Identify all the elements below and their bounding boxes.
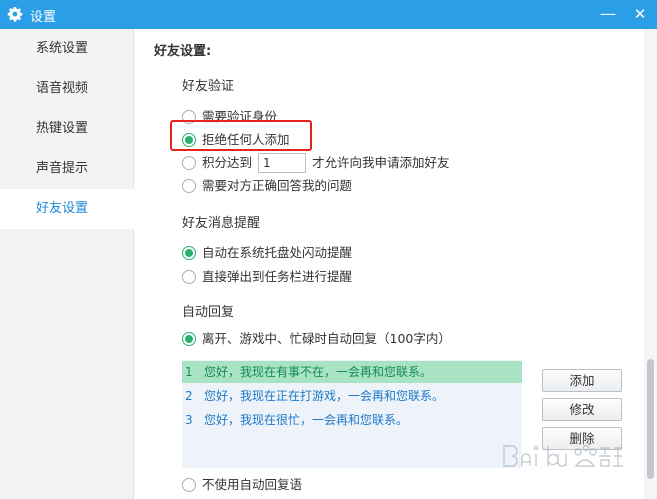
list-item-number: 3 — [185, 413, 193, 427]
radio-label: 积分达到 — [202, 155, 253, 170]
list-item-text: 您好，我现在正在打游戏，一会再和您联系。 — [204, 389, 445, 403]
list-item[interactable]: 2 您好，我现在正在打游戏，一会再和您联系。 — [182, 385, 522, 407]
gear-icon — [7, 7, 23, 22]
radio-label: 不使用自动回复语 — [202, 477, 303, 492]
radio-label: 自动在系统托盘处闪动提醒 — [202, 245, 353, 260]
radio-circle[interactable] — [182, 478, 196, 492]
radio-circle[interactable] — [182, 156, 196, 170]
auto-reply-heading: 自动回复 — [182, 305, 235, 320]
section-title: 好友设置: — [154, 44, 212, 59]
add-reply-button[interactable]: 添加 — [542, 369, 622, 392]
settings-panel: 好友设置: 好友验证 需要验证身份 拒绝任何人添加 积分达到 1 才允许向我申请… — [134, 29, 644, 499]
score-suffix-label: 才允许向我申请添加好友 — [312, 155, 450, 170]
minimize-button[interactable]: — — [596, 2, 620, 26]
message-alert-heading: 好友消息提醒 — [182, 216, 261, 231]
radio-circle[interactable] — [182, 270, 196, 284]
list-item[interactable]: 3 您好，我现在很忙，一会再和您联系。 — [182, 409, 522, 431]
sidebar-item-friends[interactable]: 好友设置 — [0, 189, 134, 229]
radio-label: 直接弹出到任务栏进行提醒 — [202, 269, 353, 284]
sidebar-item-sound[interactable]: 声音提示 — [0, 149, 134, 189]
title-bar: 设置 — ✕ — [0, 0, 657, 29]
window-title: 设置 — [30, 10, 57, 25]
edit-reply-button[interactable]: 修改 — [542, 398, 622, 421]
list-item-number: 1 — [185, 365, 193, 379]
list-item-text: 您好，我现在有事不在，一会再和您联系。 — [204, 365, 433, 379]
scrollbar-thumb[interactable] — [647, 359, 654, 479]
list-item-number: 2 — [185, 389, 193, 403]
verification-heading: 好友验证 — [182, 79, 235, 94]
radio-label: 离开、游戏中、忙碌时自动回复（100字内） — [202, 331, 451, 346]
sidebar-item-voice-video[interactable]: 语音视频 — [0, 69, 134, 109]
radio-label: 需要对方正确回答我的问题 — [202, 178, 353, 193]
radio-circle-selected[interactable] — [182, 332, 196, 346]
sidebar-item-system[interactable]: 系统设置 — [0, 29, 134, 69]
annotation-highlight-box — [170, 120, 312, 151]
list-item[interactable]: 1 您好，我现在有事不在，一会再和您联系。 — [182, 361, 522, 383]
sidebar-item-hotkeys[interactable]: 热键设置 — [0, 109, 134, 149]
score-input[interactable]: 1 — [258, 153, 306, 173]
close-button[interactable]: ✕ — [628, 2, 652, 26]
list-item-text: 您好，我现在很忙，一会再和您联系。 — [204, 413, 409, 427]
sidebar: 系统设置 语音视频 热键设置 声音提示 好友设置 — [0, 29, 134, 499]
vertical-scrollbar[interactable] — [644, 29, 657, 499]
radio-circle-selected[interactable] — [182, 246, 196, 260]
baidu-watermark-logo — [503, 444, 623, 467]
auto-reply-list[interactable]: 1 您好，我现在有事不在，一会再和您联系。 2 您好，我现在正在打游戏，一会再和… — [182, 360, 522, 468]
radio-circle[interactable] — [182, 179, 196, 193]
